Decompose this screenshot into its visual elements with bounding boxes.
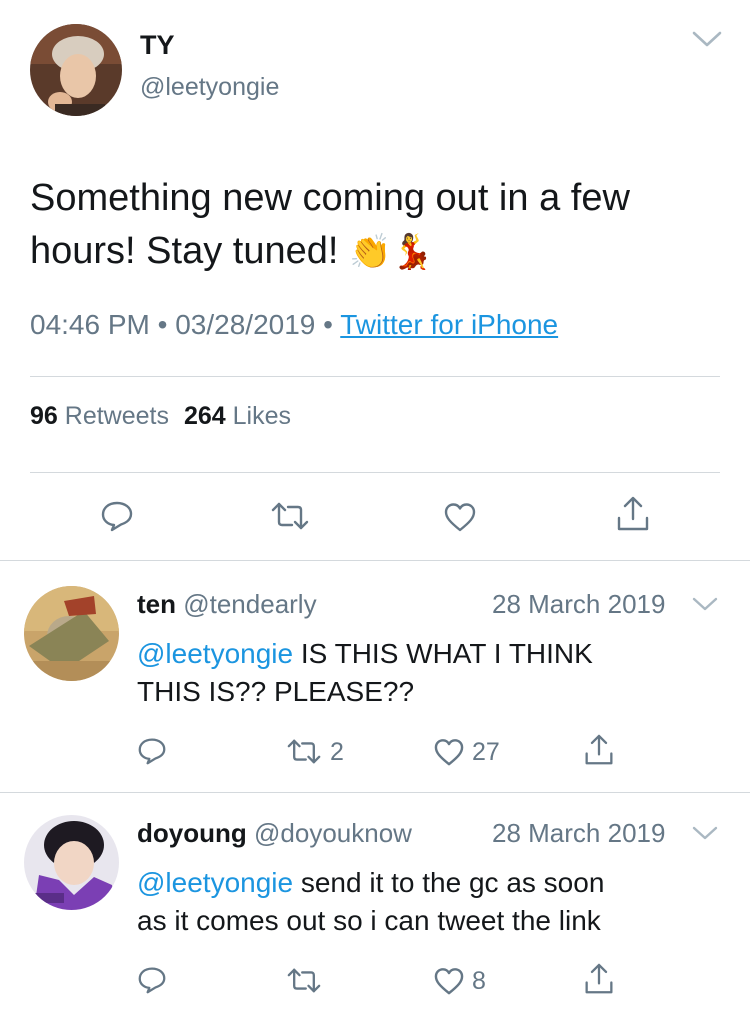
tweet-meta: 04:46 PM • 03/28/2019 • Twitter for iPho… xyxy=(30,309,558,341)
tweet-text-body: Something new coming out in a few hours!… xyxy=(30,177,630,272)
reply-text-part: send it to the gc as soon xyxy=(293,867,605,898)
retweet-icon[interactable] xyxy=(270,502,310,530)
share-icon[interactable] xyxy=(584,734,614,766)
user-handle[interactable]: @leetyongie xyxy=(140,73,279,102)
reply-date: 28 March 2019 xyxy=(492,589,666,619)
reply-text-line: as it comes out so i can tweet the link xyxy=(137,905,601,936)
display-name[interactable]: TY xyxy=(140,30,175,61)
tweet-stats: 96 Retweets 264 Likes xyxy=(30,402,291,431)
reply-display-name[interactable]: ten xyxy=(137,589,176,619)
reply-handle[interactable]: @doyouknow xyxy=(254,818,412,848)
reply-text-line: @leetyongie IS THIS WHAT I THINK xyxy=(137,635,593,673)
reply-like-count[interactable]: 8 xyxy=(472,969,486,994)
reply-display-name[interactable]: doyoung xyxy=(137,818,247,848)
chevron-down-icon[interactable] xyxy=(692,825,718,841)
reply-like-count[interactable]: 27 xyxy=(472,740,500,765)
like-icon[interactable] xyxy=(434,967,464,995)
tweet-source-link[interactable]: Twitter for iPhone xyxy=(340,309,558,340)
like-icon[interactable] xyxy=(434,738,464,766)
reply-retweet-count[interactable]: 2 xyxy=(330,740,344,765)
mention-link[interactable]: @leetyongie xyxy=(137,867,293,898)
share-icon[interactable] xyxy=(616,496,650,532)
like-icon[interactable] xyxy=(444,502,476,532)
reply-header: ten @tendearly xyxy=(137,589,317,620)
tweet-text: Something new coming out in a few hours!… xyxy=(30,172,720,279)
retweet-count[interactable]: 96 xyxy=(30,402,58,430)
reply-text: @leetyongie send it to the gc as soon as… xyxy=(137,864,604,940)
reply-text-part: IS THIS WHAT I THINK xyxy=(293,638,593,669)
meta-separator: • xyxy=(157,309,168,340)
divider xyxy=(30,376,720,377)
tweet-date: 03/28/2019 xyxy=(175,309,316,340)
meta-separator: • xyxy=(323,309,333,340)
mention-link[interactable]: @leetyongie xyxy=(137,638,293,669)
reply-header: doyoung @doyouknow xyxy=(137,818,412,849)
tweet-emojis: 👏💃 xyxy=(348,233,434,271)
tweet-time: 04:46 PM xyxy=(30,309,150,340)
reply-text: @leetyongie IS THIS WHAT I THINK THIS IS… xyxy=(137,635,593,711)
reply-text-line: @leetyongie send it to the gc as soon xyxy=(137,864,604,902)
retweet-icon[interactable] xyxy=(286,968,322,993)
chevron-down-icon[interactable] xyxy=(692,30,722,48)
reply-icon[interactable] xyxy=(137,737,167,765)
divider xyxy=(0,792,750,793)
avatar[interactable] xyxy=(24,586,119,681)
divider xyxy=(30,472,720,473)
like-count[interactable]: 264 xyxy=(184,402,226,430)
reply-date: 28 March 2019 xyxy=(492,818,666,848)
share-icon[interactable] xyxy=(584,963,614,995)
avatar[interactable] xyxy=(30,24,122,116)
reply-handle[interactable]: @tendearly xyxy=(183,589,316,619)
reply-icon[interactable] xyxy=(137,966,167,994)
like-label[interactable]: Likes xyxy=(233,402,291,430)
retweet-label[interactable]: Retweets xyxy=(65,402,169,430)
chevron-down-icon[interactable] xyxy=(692,596,718,612)
retweet-icon[interactable] xyxy=(286,739,322,764)
avatar[interactable] xyxy=(24,815,119,910)
reply-icon[interactable] xyxy=(100,500,134,532)
divider xyxy=(0,560,750,561)
reply-text-line: THIS IS?? PLEASE?? xyxy=(137,676,415,707)
